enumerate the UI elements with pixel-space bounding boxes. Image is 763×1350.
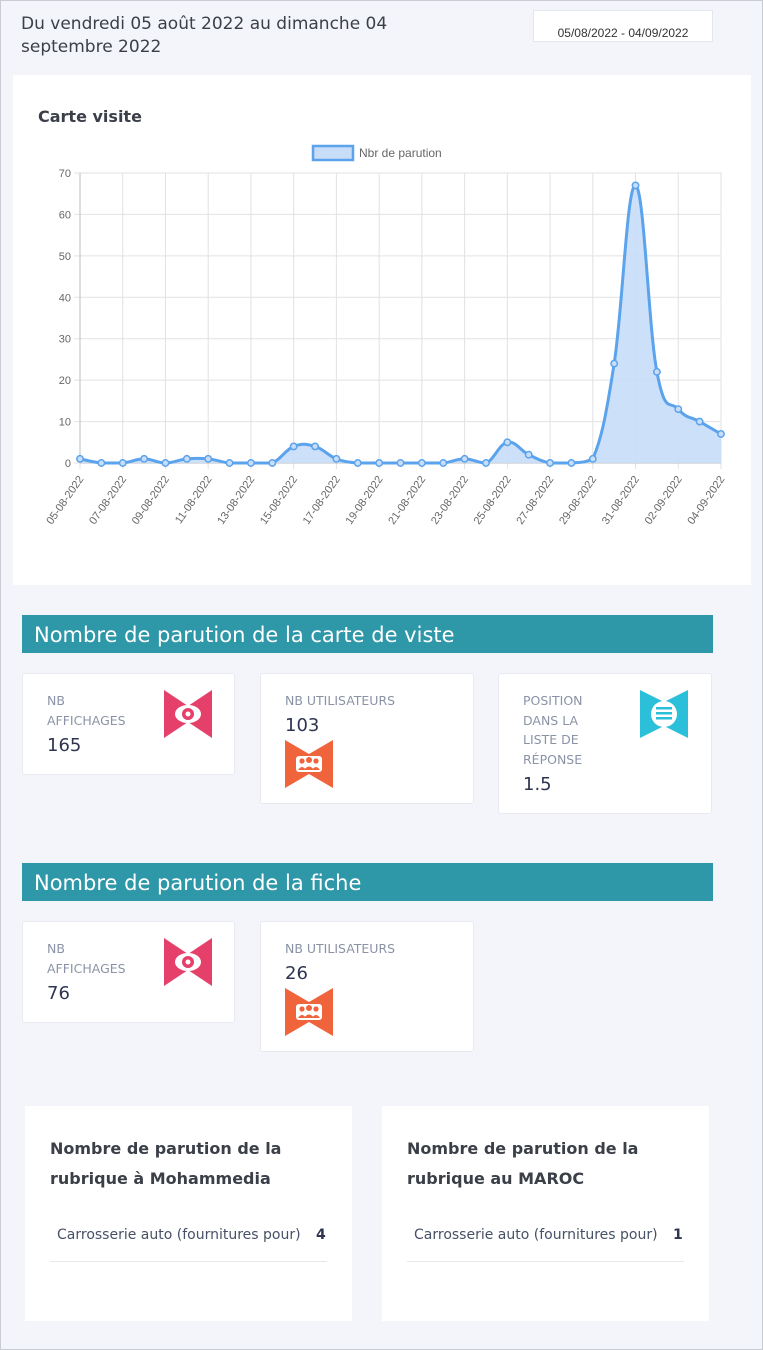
y-tick-label: 50 xyxy=(59,251,71,263)
rubrique-name: Carrosserie auto (fournitures pour) xyxy=(414,1227,658,1243)
data-point xyxy=(439,459,448,467)
data-point xyxy=(332,454,341,463)
x-tick-label: 05-08-2022 xyxy=(44,474,86,527)
data-point xyxy=(588,454,597,463)
stat-value: 103 xyxy=(285,715,320,736)
stat-label: NB UTILISATEURS xyxy=(285,941,396,956)
list-icon xyxy=(640,690,688,738)
stat-value: 26 xyxy=(285,963,308,984)
data-point xyxy=(610,359,619,368)
data-point xyxy=(204,454,213,463)
data-point xyxy=(567,459,576,467)
data-point xyxy=(396,459,405,467)
stat-label: NB AFFICHAGES xyxy=(47,941,126,976)
x-tick-label: 29-08-2022 xyxy=(557,474,599,527)
eye-icon xyxy=(164,690,212,738)
date-range-picker[interactable]: 05/08/2022 - 04/09/2022 xyxy=(533,10,713,42)
data-point xyxy=(161,459,170,467)
legend-label: Nbr de parution xyxy=(359,146,442,160)
data-point xyxy=(140,454,149,463)
data-point xyxy=(225,459,234,467)
section-title-fiche: Nombre de parution de la fiche xyxy=(22,863,713,901)
data-point xyxy=(460,454,469,463)
x-tick-label: 13-08-2022 xyxy=(215,474,257,527)
data-point xyxy=(375,459,384,467)
y-tick-label: 60 xyxy=(59,209,71,221)
data-point xyxy=(546,459,555,467)
data-point xyxy=(268,459,277,467)
data-point xyxy=(246,459,255,467)
stat-card-affichages-fiche: NB AFFICHAGES 76 xyxy=(22,921,235,1023)
rubrique-count: 1: xyxy=(673,1227,684,1243)
y-tick-label: 10 xyxy=(59,417,71,429)
y-tick-label: 0 xyxy=(65,458,71,470)
data-point xyxy=(182,454,191,463)
data-point xyxy=(524,450,533,459)
section-title-carte: Nombre de parution de la carte de viste xyxy=(22,615,713,653)
legend-swatch xyxy=(311,144,355,162)
rubrique-card-maroc: Nombre de parution de la rubrique au MAR… xyxy=(382,1106,709,1321)
data-point xyxy=(97,459,106,467)
stat-value: 76 xyxy=(47,983,70,1004)
stat-value: 1.5 xyxy=(523,774,552,795)
users-icon xyxy=(285,740,333,788)
users-icon xyxy=(285,988,333,1036)
data-point xyxy=(118,459,127,467)
x-tick-label: 17-08-2022 xyxy=(301,474,343,527)
x-tick-label: 31-08-2022 xyxy=(600,474,642,527)
data-point xyxy=(417,459,426,467)
stat-card-position: POSITION DANS LA LISTE DE RÉPONSE 1.5 xyxy=(498,673,712,814)
eye-icon xyxy=(164,938,212,986)
rubrique-row[interactable]: Carrosserie auto (fournitures pour) 1: xyxy=(407,1222,684,1262)
period-text: Du vendredi 05 août 2022 au dimanche 04 … xyxy=(21,14,388,57)
rubrique-title: Nombre de parution de la rubrique au MAR… xyxy=(407,1139,639,1188)
stat-label: NB AFFICHAGES xyxy=(47,693,126,728)
x-tick-label: 23-08-2022 xyxy=(429,474,471,527)
chart-card: Carte visite 0 10 20 30 40 50 60 70 05-08-2022 07… xyxy=(13,75,751,585)
y-tick-label: 70 xyxy=(59,168,71,180)
data-point xyxy=(76,454,84,463)
data-point xyxy=(289,442,298,451)
data-point xyxy=(631,181,640,190)
data-point xyxy=(717,430,725,438)
data-point xyxy=(674,405,683,414)
y-tick-label: 30 xyxy=(59,334,71,346)
rubrique-card-mohammedia: Nombre de parution de la rubrique à Moha… xyxy=(25,1106,352,1321)
y-tick-label: 40 xyxy=(59,292,71,304)
data-point xyxy=(503,438,512,447)
y-tick-label: 20 xyxy=(59,375,71,387)
x-tick-label: 04-09-2022 xyxy=(685,474,727,527)
x-tick-label: 02-09-2022 xyxy=(643,474,685,527)
x-tick-label: 19-08-2022 xyxy=(343,474,385,527)
data-point xyxy=(482,459,490,467)
stat-label: NB UTILISATEURS xyxy=(285,693,396,708)
x-tick-label: 09-08-2022 xyxy=(130,474,172,527)
x-tick-label: 07-08-2022 xyxy=(87,474,129,527)
stat-card-utilisateurs-fiche: NB UTILISATEURS 26 xyxy=(260,921,474,1052)
x-tick-label: 15-08-2022 xyxy=(258,474,300,527)
x-tick-label: 25-08-2022 xyxy=(472,474,514,527)
data-point xyxy=(311,442,319,451)
x-tick-label: 21-08-2022 xyxy=(386,474,428,527)
rubrique-title: Nombre de parution de la rubrique à Moha… xyxy=(50,1139,282,1188)
x-tick-label: 11-08-2022 xyxy=(173,474,215,526)
stat-card-utilisateurs: NB UTILISATEURS 103 xyxy=(260,673,474,804)
stat-card-affichages: NB AFFICHAGES 165 xyxy=(22,673,235,775)
rubrique-name: Carrosserie auto (fournitures pour) xyxy=(57,1227,301,1243)
rubrique-row[interactable]: Carrosserie auto (fournitures pour) 4( xyxy=(50,1222,327,1262)
line-chart: 0 10 20 30 40 50 60 70 05-08-2022 07-08-2022 09-08… xyxy=(44,144,727,527)
stat-value: 165 xyxy=(47,735,82,756)
x-tick-label: 27-08-2022 xyxy=(514,474,556,527)
data-point xyxy=(353,459,362,467)
data-point xyxy=(652,367,661,376)
rubrique-count: 4( xyxy=(316,1227,327,1243)
stat-label: POSITION DANS LA LISTE DE RÉPONSE xyxy=(523,693,583,767)
data-point xyxy=(695,417,704,426)
